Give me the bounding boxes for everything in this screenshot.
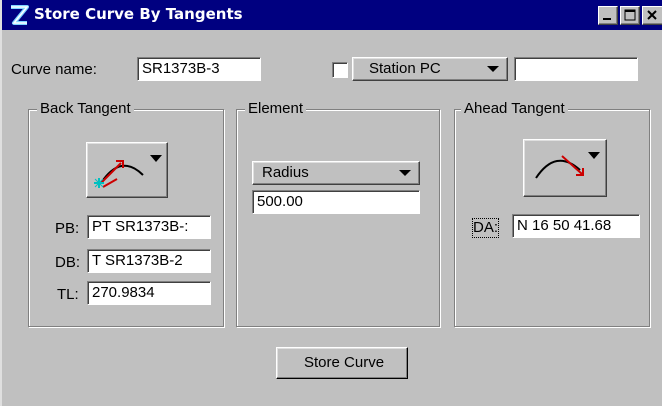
- ahead-tangent-title: Ahead Tangent: [461, 100, 568, 118]
- window-title: Store Curve By Tangents: [34, 5, 243, 23]
- title-bar[interactable]: Store Curve By Tangents: [2, 0, 662, 30]
- ahead-tangent-pick-button[interactable]: [523, 139, 607, 197]
- back-tangent-group: Back Tangent PB: PT SR1373B-: DB: T SR13…: [28, 100, 224, 327]
- station-input[interactable]: [514, 57, 638, 81]
- maximize-button[interactable]: [620, 6, 640, 25]
- minimize-icon: [603, 18, 611, 20]
- maximize-icon: [624, 9, 636, 21]
- back-tangent-title: Back Tangent: [37, 100, 134, 118]
- curve-name-input[interactable]: SR1373B-3: [137, 57, 261, 81]
- minimize-button[interactable]: [598, 6, 618, 25]
- station-checkbox[interactable]: [332, 62, 348, 78]
- ahead-tangent-group: Ahead Tangent DA: N 16 50 41.68: [454, 100, 650, 327]
- app-logo-icon: [11, 5, 29, 25]
- close-button[interactable]: [642, 6, 662, 25]
- back-tangent-pick-button[interactable]: [86, 142, 168, 198]
- da-input[interactable]: N 16 50 41.68: [512, 214, 640, 238]
- ahead-tangent-icon: [535, 152, 600, 179]
- dialog-window: Store Curve By Tangents Curve name: SR13…: [0, 0, 662, 406]
- store-curve-label: Store Curve: [304, 354, 385, 371]
- back-tangent-icon: [94, 155, 162, 188]
- pb-input[interactable]: PT SR1373B-:: [87, 215, 211, 239]
- pb-label: PB:: [55, 220, 80, 237]
- radius-input[interactable]: 500.00: [252, 190, 420, 214]
- curve-name-label: Curve name:: [11, 61, 97, 78]
- element-type-dropdown[interactable]: Radius: [252, 161, 420, 185]
- station-dropdown-value: Station PC: [369, 60, 441, 77]
- element-type-value: Radius: [262, 164, 309, 181]
- element-group: Element Radius 500.00: [236, 100, 440, 327]
- tl-input[interactable]: 270.9834: [87, 281, 211, 305]
- db-input[interactable]: T SR1373B-2: [87, 249, 211, 273]
- chevron-down-icon: [487, 66, 499, 72]
- tl-label: TL:: [57, 286, 79, 303]
- store-curve-button[interactable]: Store Curve: [276, 347, 408, 379]
- da-label: DA:: [471, 218, 500, 238]
- station-dropdown[interactable]: Station PC: [352, 57, 508, 81]
- element-title: Element: [245, 100, 307, 118]
- chevron-down-icon: [399, 170, 411, 176]
- close-icon: [647, 10, 657, 20]
- db-label: DB:: [55, 254, 81, 271]
